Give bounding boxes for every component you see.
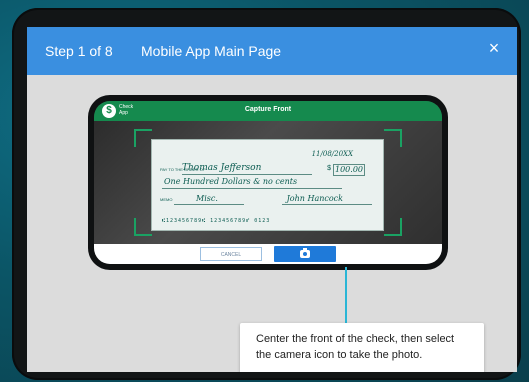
- check-amount: 100.00: [333, 164, 365, 176]
- check-image: 11/08/20XX PAY TO THE ORDER OF Thomas Je…: [151, 139, 384, 231]
- frame-corner: [384, 129, 402, 147]
- words-line: [162, 188, 342, 189]
- step-indicator: Step 1 of 8: [45, 43, 113, 59]
- instruction-tooltip: Center the front of the check, then sele…: [240, 323, 484, 372]
- memo-line: [174, 204, 244, 205]
- check-memo: Misc.: [196, 194, 218, 203]
- frame-corner: [134, 218, 152, 236]
- phone-screen: $ Check App Capture Front 11/08/20XX PAY…: [94, 101, 442, 264]
- payee-line: [182, 174, 312, 175]
- check-date: 11/08/20XX: [311, 150, 353, 158]
- modal-title: Mobile App Main Page: [141, 43, 282, 59]
- signature-line: [282, 204, 372, 205]
- micr-line: ⑆123456789⑆ 123456789⑈ 0123: [162, 218, 271, 224]
- capture-title: Capture Front: [244, 106, 292, 113]
- dollar-sign: $: [327, 165, 331, 172]
- phone-illustration: $ Check App Capture Front 11/08/20XX PAY…: [88, 95, 448, 270]
- frame-corner: [384, 218, 402, 236]
- camera-icon: [300, 248, 310, 258]
- callout-pointer: [345, 267, 347, 323]
- app-footer: CANCEL: [94, 244, 442, 264]
- capture-button[interactable]: [274, 246, 336, 262]
- camera-viewfinder: 11/08/20XX PAY TO THE ORDER OF Thomas Je…: [94, 121, 442, 244]
- tutorial-modal: Step 1 of 8 Mobile App Main Page × $ Che…: [27, 27, 517, 372]
- modal-header: Step 1 of 8 Mobile App Main Page ×: [27, 27, 517, 75]
- cancel-button[interactable]: CANCEL: [200, 247, 262, 261]
- app-header: $ Check App Capture Front: [94, 101, 442, 121]
- close-button[interactable]: ×: [483, 37, 505, 59]
- amount-words: One Hundred Dollars & no cents: [164, 177, 298, 186]
- check-signature: John Hancock: [286, 194, 343, 203]
- check-payee: Thomas Jefferson: [182, 163, 262, 173]
- frame-corner: [134, 129, 152, 147]
- tooltip-line-2: the camera icon to take the photo.: [256, 349, 423, 361]
- memo-label: MEMO: [160, 197, 173, 202]
- close-icon: ×: [488, 38, 500, 58]
- tooltip-line-1: Center the front of the check, then sele…: [256, 333, 455, 345]
